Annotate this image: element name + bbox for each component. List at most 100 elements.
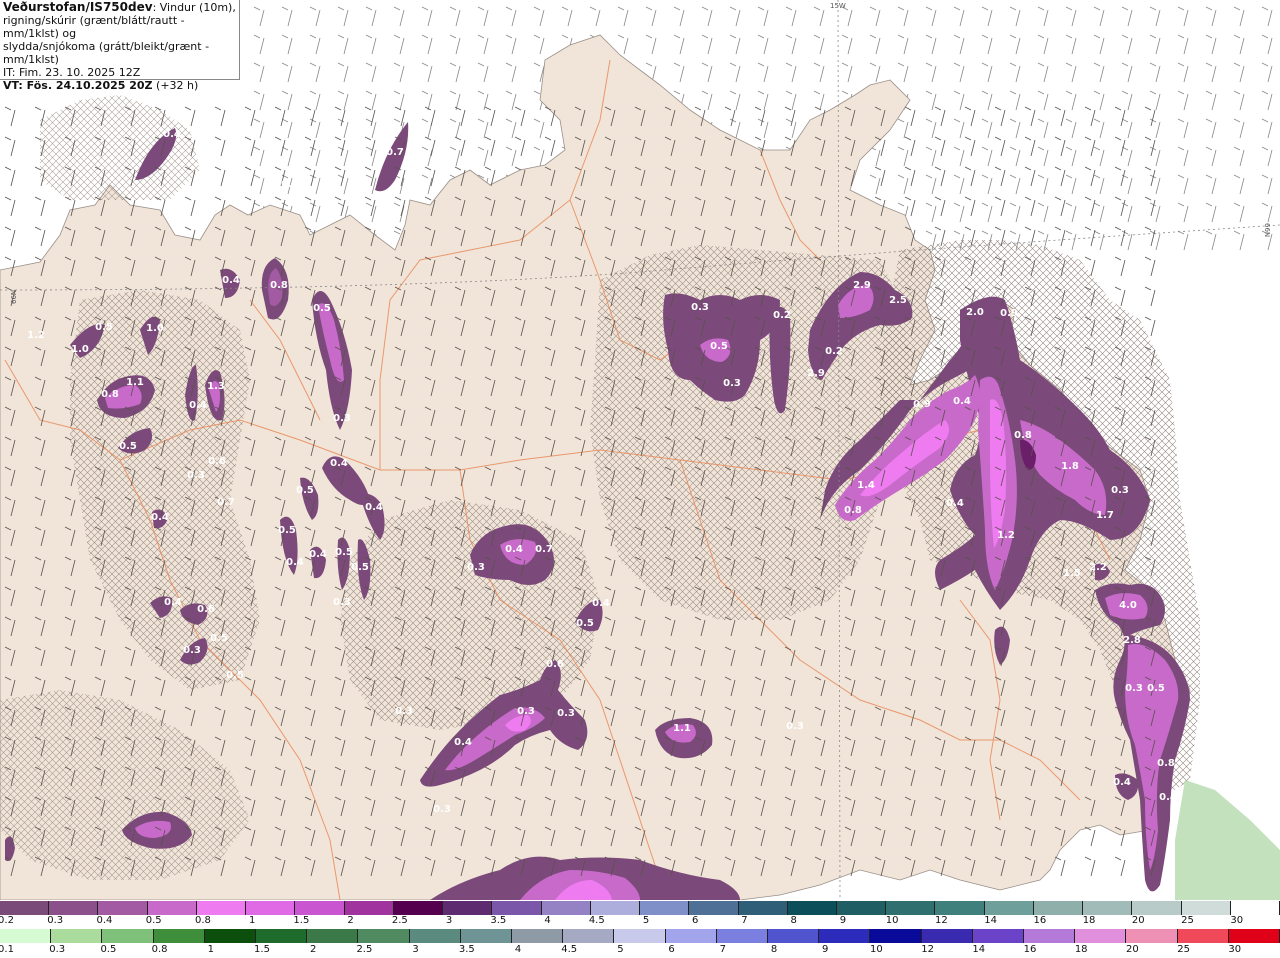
legend-tick-label: 18 bbox=[1082, 915, 1096, 926]
valid-time: VT: Fös. 24.10.2025 20Z bbox=[3, 79, 153, 92]
legend-tick-label: 2.5 bbox=[356, 944, 373, 955]
precip-value-label: 0.9 bbox=[913, 399, 931, 410]
precip-value-label: 0.6 bbox=[546, 659, 564, 670]
legend-swatch bbox=[787, 901, 837, 915]
legend-tick-label: 8 bbox=[770, 944, 778, 955]
precip-value-label: 0.4 bbox=[151, 512, 169, 523]
legend-tick-label: 5 bbox=[642, 915, 650, 926]
precip-value-label: 1.0 bbox=[146, 323, 164, 334]
precip-value-label: 0.7 bbox=[217, 497, 235, 508]
grid-label-left: 66N bbox=[10, 290, 18, 304]
precip-value-label: 0.4 bbox=[365, 502, 383, 513]
precip-value-label: 2.9 bbox=[853, 280, 871, 291]
legend-swatch bbox=[1075, 929, 1127, 943]
legend-swatch bbox=[409, 929, 461, 943]
legend-tick-label: 0.5 bbox=[145, 915, 162, 926]
precip-value-label: 0.3 bbox=[1111, 485, 1129, 496]
legend-tick-label: 14 bbox=[972, 944, 986, 955]
legend-tick-label: 12 bbox=[921, 944, 934, 955]
legend-swatch bbox=[768, 929, 820, 943]
map-title: Veðurstofan/IS750dev bbox=[3, 0, 153, 14]
legend-swatch bbox=[51, 929, 103, 943]
precip-value-label: 0.5 bbox=[278, 525, 296, 536]
precip-value-label: 0.2 bbox=[825, 346, 843, 357]
precip-value-label: 0.4 bbox=[1113, 777, 1131, 788]
legend-swatch bbox=[147, 901, 197, 915]
legend-tick-label: 16 bbox=[1023, 944, 1037, 955]
legend-swatch bbox=[358, 929, 410, 943]
legend-tick-label: 4.5 bbox=[561, 944, 578, 955]
legend-tick-label: 1 bbox=[207, 944, 214, 955]
legend-swatch bbox=[1126, 929, 1178, 943]
init-time: IT: Fim. 23. 10. 2025 12Z bbox=[3, 66, 141, 79]
precip-value-label: 1.2 bbox=[997, 530, 1015, 541]
precip-value-label: 0.4 bbox=[505, 544, 523, 555]
precip-value-label: 1.5 bbox=[1063, 568, 1081, 579]
precip-value-label: 1.7 bbox=[1096, 510, 1114, 521]
legend-tick-label: 20 bbox=[1126, 944, 1139, 955]
legend-swatch bbox=[972, 929, 1025, 943]
precip-value-label: 0.5 bbox=[576, 618, 594, 629]
legend-swatch bbox=[640, 901, 690, 915]
legend-tick-label: 0.3 bbox=[49, 944, 66, 955]
precip-value-label: 0.8 bbox=[1014, 430, 1032, 441]
precip-value-label: 0.3 bbox=[281, 179, 299, 190]
legend-swatch bbox=[541, 901, 591, 915]
precip-value-label: 0.3 bbox=[1125, 683, 1143, 694]
precip-value-label: 0.4 bbox=[222, 275, 240, 286]
precip-value-label: 0.4 bbox=[164, 597, 182, 608]
legend-tick-label: 25 bbox=[1177, 944, 1190, 955]
legend-tick-label: 0.8 bbox=[194, 915, 211, 926]
legend-swatch bbox=[836, 901, 887, 915]
precip-value-label: 0.5 bbox=[351, 562, 369, 573]
legend-swatch bbox=[984, 901, 1034, 915]
legend-tick-label: 4.5 bbox=[588, 915, 605, 926]
legend-swatch bbox=[1228, 929, 1280, 943]
precip-value-label: 0.9 bbox=[1000, 308, 1018, 319]
precip-value-label: 0.4 bbox=[454, 737, 472, 748]
legend-tick-label: 7 bbox=[719, 944, 726, 955]
map-desc-3: slydda/snjókoma (grátt/bleikt/grænt - mm… bbox=[3, 40, 210, 66]
precip-value-label: 0.5 bbox=[335, 547, 353, 558]
legend-tick-label: 10 bbox=[885, 915, 899, 926]
legend-swatch bbox=[204, 929, 257, 943]
legend-swatch bbox=[1132, 901, 1182, 915]
precip-value-label: 0.5 bbox=[95, 322, 113, 333]
legend-swatch bbox=[1181, 901, 1231, 915]
precip-value-label: 0.3 bbox=[557, 708, 575, 719]
precip-value-label: 0.6 bbox=[197, 604, 215, 615]
legend-swatch bbox=[590, 901, 641, 915]
precip-value-label: 0.5 bbox=[313, 303, 331, 314]
precip-value-label: 0.4 bbox=[309, 549, 327, 560]
legend-swatch bbox=[921, 929, 973, 943]
legend-swatch bbox=[614, 929, 666, 943]
legend-tick-label: 0.2 bbox=[0, 915, 14, 926]
legend-snow-colorbar bbox=[0, 901, 1280, 915]
precip-value-label: 0.3 bbox=[333, 413, 351, 424]
legend-swatch bbox=[460, 929, 513, 943]
legend-swatch bbox=[256, 929, 308, 943]
precip-value-label: 0.4 bbox=[189, 400, 207, 411]
legend-tick-label: 0.8 bbox=[151, 944, 168, 955]
precip-value-label: 0.5 bbox=[296, 485, 314, 496]
legend-tick-label: 10 bbox=[870, 944, 883, 955]
legend-swatch bbox=[738, 901, 788, 915]
legend-tick-label: 6 bbox=[692, 915, 699, 926]
legend-tick-label: 2 bbox=[347, 915, 354, 926]
precip-value-label: 0.4 bbox=[1159, 792, 1177, 803]
legend-swatch bbox=[102, 929, 154, 943]
precip-value-label: 0.5 bbox=[226, 670, 244, 681]
legend-swatch bbox=[153, 929, 205, 943]
precip-value-label: 1.4 bbox=[857, 480, 875, 491]
map-info-box: Veðurstofan/IS750dev: Vindur (10m), rign… bbox=[0, 0, 240, 92]
legend-tick-label: 30 bbox=[1228, 944, 1242, 955]
legend-tick-label: 7 bbox=[741, 915, 748, 926]
legend-swatch bbox=[1177, 929, 1229, 943]
legend-swatch bbox=[870, 929, 922, 943]
precip-value-label: 0.8 bbox=[101, 389, 119, 400]
precip-value-label: 0.4 bbox=[953, 396, 971, 407]
legend-swatch bbox=[563, 929, 615, 943]
legend-tick-label: 3 bbox=[412, 944, 419, 955]
legend-swatch bbox=[716, 929, 769, 943]
precip-value-label: 1.3 bbox=[207, 381, 225, 392]
